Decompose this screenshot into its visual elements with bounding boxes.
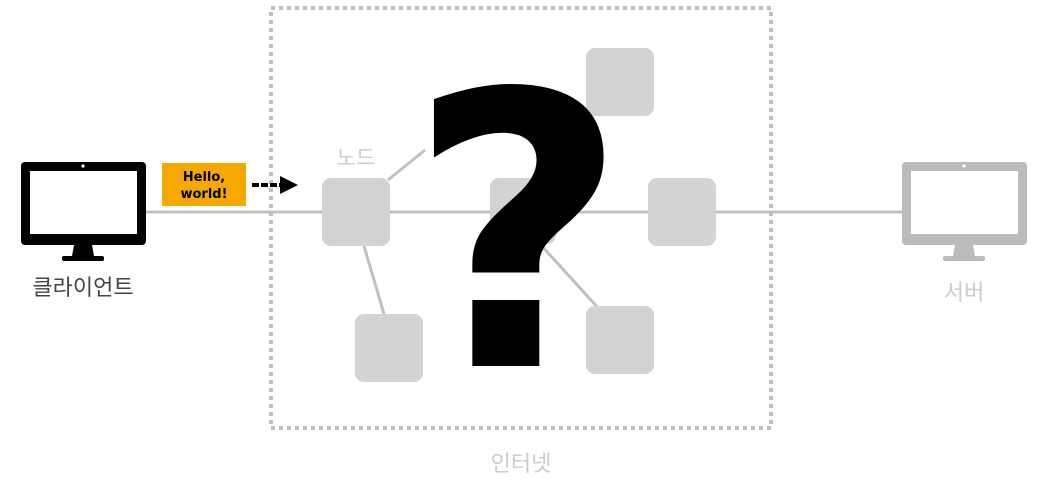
client-computer-icon: [21, 162, 146, 261]
node-box: [322, 178, 390, 246]
message-line-2: world!: [180, 187, 227, 202]
message-line-1: Hello,: [183, 170, 225, 185]
server-computer-icon: [902, 162, 1027, 261]
message-packet: Hello, world!: [162, 163, 246, 206]
node-label: 노드: [337, 146, 376, 170]
client-label: 클라이언트: [32, 276, 133, 301]
arrow-right-icon: [252, 176, 298, 194]
server-label: 서버: [944, 281, 984, 306]
node-box: [648, 178, 716, 246]
question-mark-symbol: ?: [408, 13, 628, 456]
internet-label: 인터넷: [491, 452, 552, 477]
network-diagram: 노드 클라이언트 서버 Hello, world! ? 인터넷: [21, 6, 1027, 477]
link-node-to-bottom-left: [362, 245, 386, 315]
